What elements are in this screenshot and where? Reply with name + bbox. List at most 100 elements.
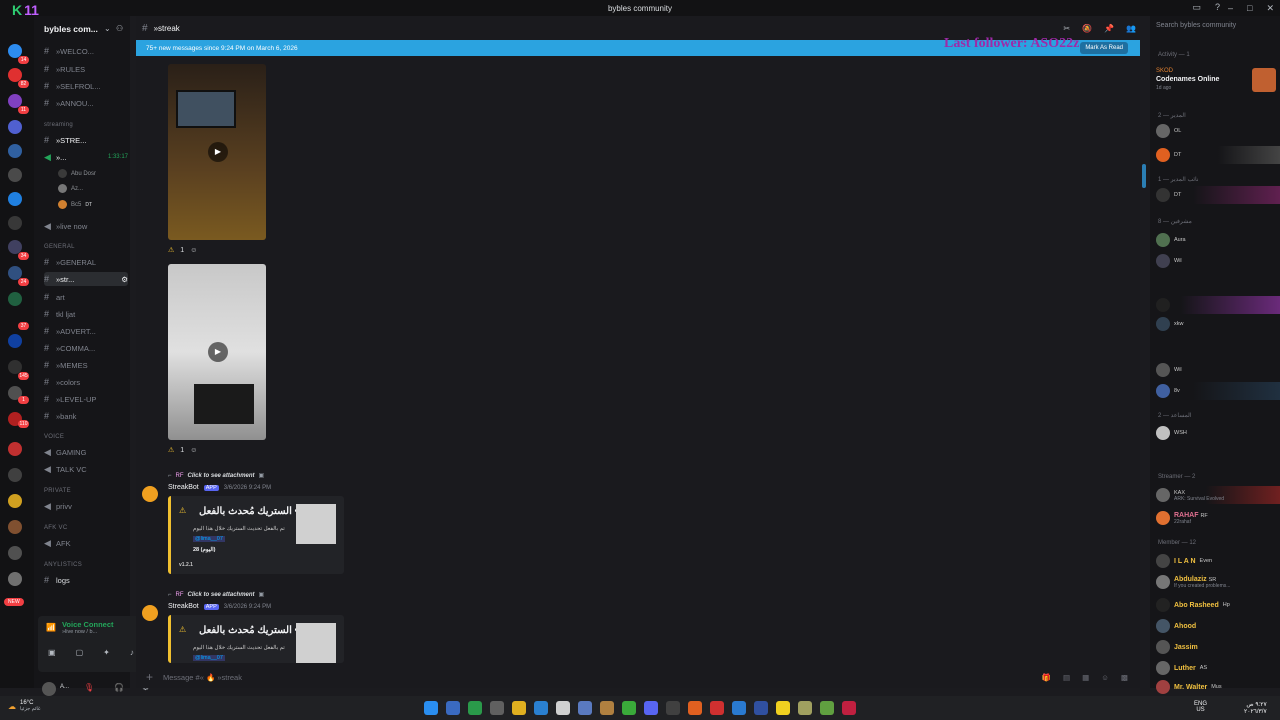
reply-preview[interactable]: ⌐ RF Click to see attachment ▣	[168, 472, 264, 480]
pin-icon[interactable]: 📌	[1104, 24, 1114, 33]
server-icon[interactable]	[8, 546, 22, 560]
soundboard-icon[interactable]: ♪	[130, 648, 134, 657]
member-row[interactable]: Aura	[1156, 231, 1280, 249]
taskbar-app-icon[interactable]	[842, 701, 856, 715]
avatar[interactable]	[142, 486, 158, 502]
category-streaming[interactable]: streaming	[44, 122, 73, 128]
server-icon[interactable]	[8, 494, 22, 508]
author-name[interactable]: StreakBot	[168, 603, 199, 610]
weather-widget[interactable]: ☁ 16°C غائم جزئيا	[8, 700, 41, 712]
taskbar-app-icon[interactable]	[776, 701, 790, 715]
channel-bank[interactable]: # »bank	[44, 409, 128, 423]
server-icon[interactable]	[8, 520, 22, 534]
reaction[interactable]: ⚠ 1 ☺	[168, 246, 197, 255]
category-voice[interactable]: VOICE	[44, 434, 64, 440]
voice-user[interactable]: Abu Dosr	[58, 169, 96, 178]
voice-channel-gaming[interactable]: ◀ GAMING	[44, 445, 128, 459]
clock[interactable]: ٩:٢٧ ص ٢٠٢٦/٣/٧	[1244, 701, 1267, 715]
channel-tkl[interactable]: # tkl ljat	[44, 307, 128, 321]
emoji-icon[interactable]: ☺	[1101, 673, 1109, 682]
inbox-icon[interactable]: ▭	[1192, 2, 1201, 13]
category-private[interactable]: PRIVATE	[44, 488, 71, 494]
voice-channel-privv[interactable]: ◀ privv	[44, 499, 128, 513]
channel-memes[interactable]: # »MEMES	[44, 358, 128, 372]
taskbar-app-icon[interactable]	[600, 701, 614, 715]
notifications-icon[interactable]: 🔕	[1082, 24, 1092, 33]
user-mention[interactable]: @lima__07	[193, 536, 225, 542]
taskbar-app-icon[interactable]	[446, 701, 460, 715]
server-icon[interactable]	[8, 144, 22, 158]
video-attachment[interactable]: ▶	[168, 64, 266, 240]
voice-channel-talk[interactable]: ◀ TALK VC	[44, 462, 128, 476]
settings-icon[interactable]: ⚙	[121, 275, 128, 284]
member-row[interactable]: Ahood	[1156, 617, 1280, 635]
message-input[interactable]: Message #« 🔥 »streak	[163, 673, 242, 682]
user-mention[interactable]: @lima__07	[193, 655, 225, 661]
mark-as-read-button[interactable]: Mark As Read	[1080, 42, 1128, 54]
member-row[interactable]: xkw	[1156, 315, 1280, 333]
scrollbar[interactable]	[1142, 164, 1146, 188]
taskbar-app-icon[interactable]	[820, 701, 834, 715]
screenshare-icon[interactable]: ▢	[76, 648, 84, 657]
channel-commands[interactable]: # »COMMA...	[44, 341, 128, 355]
member-row[interactable]: OL	[1156, 122, 1280, 140]
taskbar-app-icon[interactable]	[710, 701, 724, 715]
member-row[interactable]: Abo Rasheed Hp	[1156, 596, 1280, 614]
avatar[interactable]	[42, 682, 56, 696]
server-icon[interactable]	[8, 192, 22, 206]
deafen-icon[interactable]: 🎧	[114, 683, 124, 692]
maximize-icon[interactable]: □	[1247, 3, 1252, 14]
play-icon[interactable]: ▶	[208, 342, 228, 362]
search-input[interactable]: Search bybles community	[1156, 22, 1236, 29]
taskbar-app-icon[interactable]	[512, 701, 526, 715]
member-row[interactable]: WSH	[1156, 424, 1280, 442]
channel-live-now[interactable]: ◀ »live now	[44, 219, 128, 233]
add-attachment-icon[interactable]: +	[146, 670, 153, 684]
server-icon[interactable]	[8, 292, 22, 306]
category-afk[interactable]: AFK VC	[44, 525, 67, 531]
play-icon[interactable]: ▶	[208, 142, 228, 162]
taskbar-app-icon[interactable]	[732, 701, 746, 715]
member-row[interactable]: KAX ARK: Survival Evolved	[1156, 486, 1280, 504]
help-icon[interactable]: ?	[1215, 2, 1220, 13]
camera-icon[interactable]: ▣	[48, 648, 56, 657]
add-user-icon[interactable]: ⚇	[116, 24, 123, 33]
channel-announcements[interactable]: # »ANNOU...	[44, 96, 128, 110]
member-row[interactable]	[1156, 296, 1280, 314]
server-icon[interactable]	[8, 468, 22, 482]
add-reaction-icon[interactable]: ☺	[190, 247, 197, 254]
voice-channel-afk[interactable]: ◀ AFK	[44, 536, 128, 550]
reaction[interactable]: ⚠ 1 ☺	[168, 446, 197, 455]
members-icon[interactable]: 👥	[1126, 24, 1136, 33]
avatar[interactable]	[142, 605, 158, 621]
server-name[interactable]: bybles com...	[44, 24, 98, 34]
channel-level-up[interactable]: # »LEVEL-UP	[44, 392, 128, 406]
voice-user[interactable]: Bc5 DT	[58, 200, 92, 209]
server-icon[interactable]	[8, 168, 22, 182]
start-icon[interactable]	[424, 701, 438, 715]
taskbar-app-icon[interactable]	[468, 701, 482, 715]
activity-card[interactable]: SKOD Codenames Online 1d ago	[1156, 68, 1276, 98]
activity-icon[interactable]: ✦	[103, 648, 110, 657]
member-row[interactable]: Jassim	[1156, 638, 1280, 656]
voice-user[interactable]: Az...	[58, 184, 83, 193]
category-anylistics[interactable]: ANYLISTICS	[44, 562, 82, 568]
taskbar-app-icon[interactable]	[666, 701, 680, 715]
channel-streak[interactable]: # »str... ⚙	[44, 272, 128, 286]
taskbar-app-icon[interactable]	[534, 701, 548, 715]
channel-art[interactable]: # art	[44, 290, 128, 304]
reply-preview[interactable]: ⌐ RF Click to see attachment ▣	[168, 591, 264, 599]
member-row[interactable]: DT	[1156, 186, 1280, 204]
add-reaction-icon[interactable]: ☺	[190, 447, 197, 454]
gift-icon[interactable]: 🎁	[1042, 673, 1051, 682]
embed-thumbnail[interactable]	[296, 504, 336, 544]
taskbar-app-icon[interactable]	[688, 701, 702, 715]
channel-live[interactable]: ◀»... 1:33:17	[44, 150, 128, 164]
member-row[interactable]: I L A N Even	[1156, 552, 1280, 570]
close-icon[interactable]: ✕	[1266, 3, 1274, 14]
channel-logs[interactable]: # logs	[44, 573, 128, 587]
signal-icon[interactable]: 📶	[46, 623, 56, 632]
taskbar-app-icon[interactable]	[754, 701, 768, 715]
channel-advert[interactable]: # »ADVERT...	[44, 324, 128, 338]
member-row[interactable]: Wil	[1156, 361, 1280, 379]
